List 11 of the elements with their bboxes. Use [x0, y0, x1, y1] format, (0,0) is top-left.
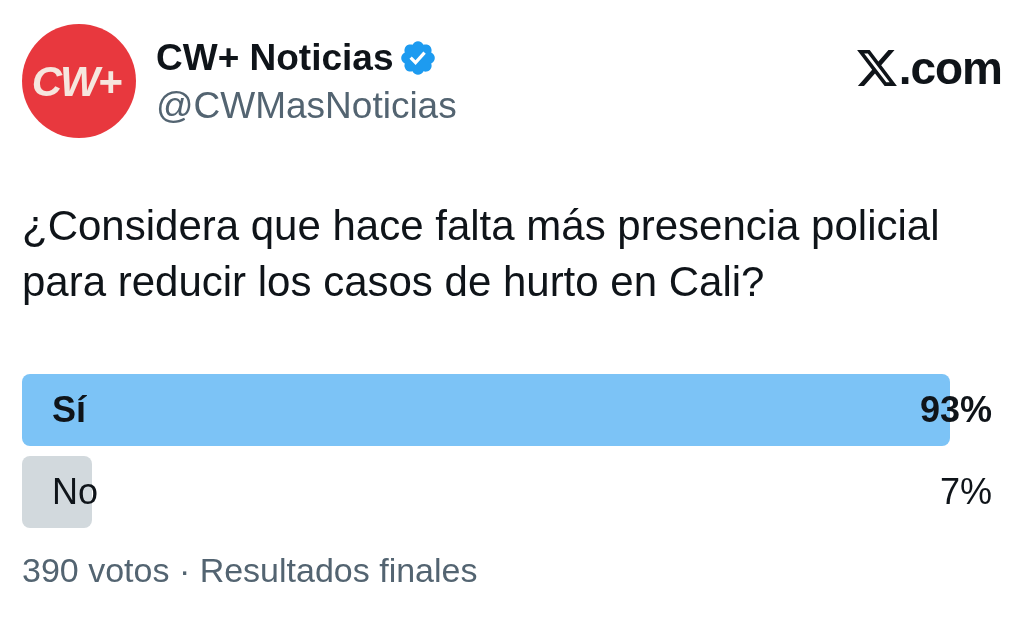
poll-option-percent: 93%	[919, 390, 992, 430]
poll-option-label: Sí	[52, 390, 86, 430]
poll-footer: 390 votos · Resultados finales	[22, 550, 478, 590]
poll-option-percent: 7%	[939, 472, 992, 512]
x-logo-icon	[856, 50, 897, 86]
site-label: .com	[898, 44, 1002, 92]
account-name: CW+ Noticias	[156, 36, 394, 80]
avatar-logo: CW+	[22, 24, 136, 138]
account-handle: @CWMasNoticias	[156, 84, 457, 128]
poll-option-label: No	[52, 472, 99, 512]
poll-question: ¿Considera que hace falta más presencia policial para reducir los casos de hurto en Cali?	[22, 201, 941, 307]
